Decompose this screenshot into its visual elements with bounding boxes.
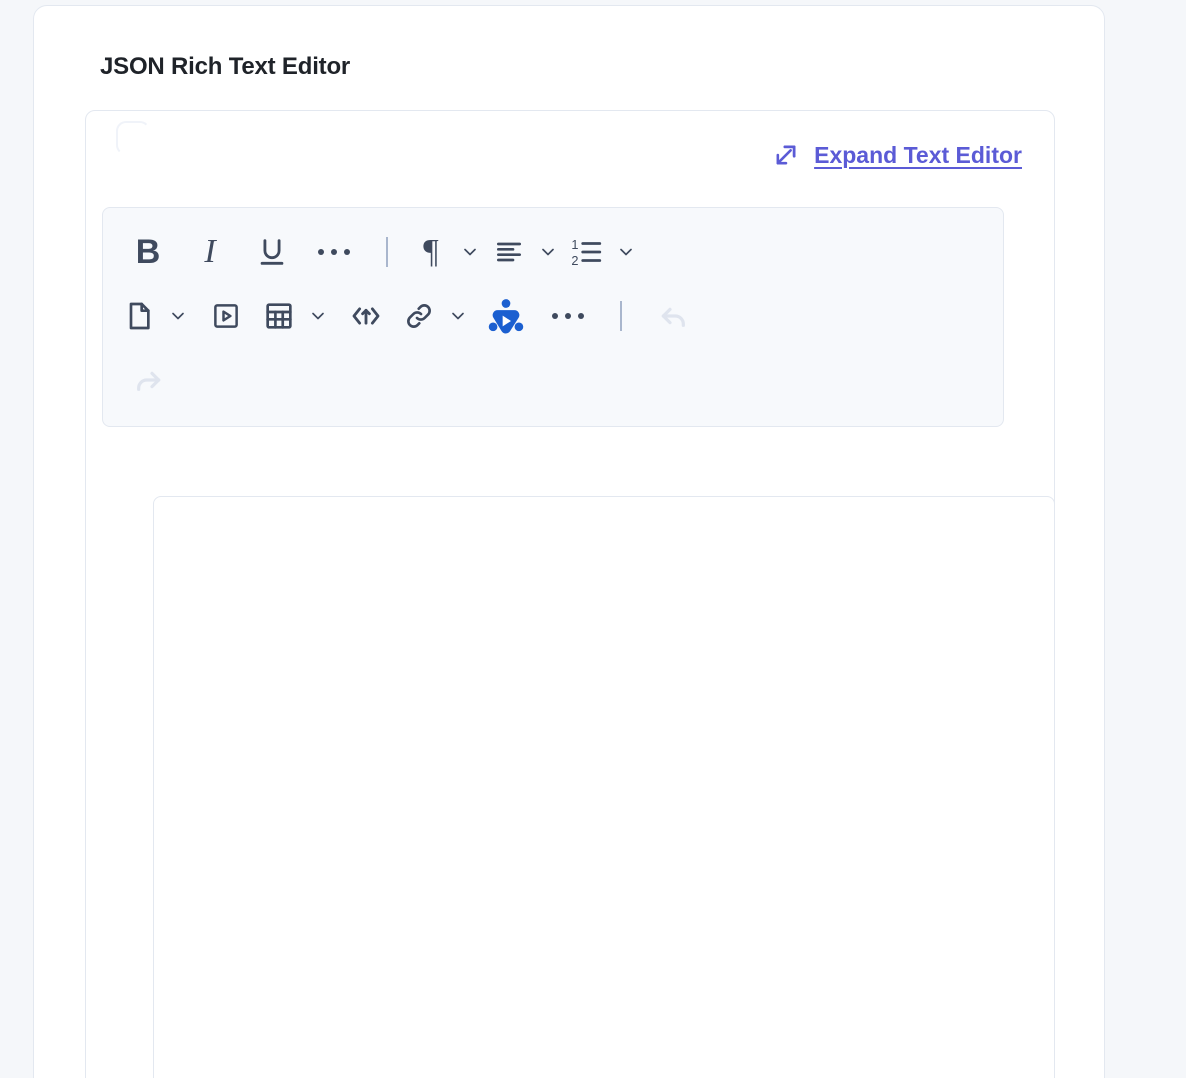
paragraph-style-chevron[interactable] [453,220,487,284]
link-icon [403,300,435,332]
toolbar-separator [599,284,643,348]
insert-link-button[interactable] [397,284,441,348]
insert-table-button[interactable] [257,284,301,348]
undo-icon [658,300,690,332]
editor-card: JSON Rich Text Editor Expand Text Editor [33,5,1105,1078]
insert-video-button[interactable] [195,284,257,348]
ordered-list-button[interactable]: 1 2 [565,220,609,284]
ordered-list-chevron[interactable] [609,220,643,284]
expand-text-editor-label: Expand Text Editor [814,141,1022,168]
chevron-down-icon [168,306,188,326]
paragraph-icon: ¶ [423,233,439,270]
brand-integration-icon [486,296,526,336]
panel-corner-decoration [116,121,150,155]
insert-file-chevron[interactable] [161,284,195,348]
video-icon [211,301,241,331]
insert-table-chevron[interactable] [301,284,335,348]
bold-button[interactable]: B [117,220,179,284]
insert-link-chevron[interactable] [441,284,475,348]
underline-icon [255,235,289,269]
italic-icon: I [204,233,216,270]
brand-integration-button[interactable] [475,284,537,348]
insert-code-button[interactable] [335,284,397,348]
file-icon [123,300,155,332]
paragraph-style-button[interactable]: ¶ [409,220,453,284]
code-icon [349,299,383,333]
table-icon [263,300,295,332]
insert-file-button[interactable] [117,284,161,348]
italic-button[interactable]: I [179,220,241,284]
ordered-list-icon: 1 2 [570,235,604,269]
text-align-chevron[interactable] [531,220,565,284]
page-title: JSON Rich Text Editor [100,53,351,80]
chevron-down-icon [308,306,328,326]
bold-icon: B [135,233,161,271]
chevron-down-icon [616,242,636,262]
svg-text:1: 1 [571,237,578,252]
chevron-down-icon [538,242,558,262]
text-align-button[interactable] [487,220,531,284]
ellipsis-icon [552,313,584,319]
expand-text-editor-link[interactable]: Expand Text Editor [772,141,1022,169]
editor-content-area[interactable] [153,496,1055,1078]
align-left-icon [493,236,525,268]
toolbar-separator [365,220,409,284]
svg-text:2: 2 [571,253,578,268]
redo-icon [132,364,164,396]
underline-button[interactable] [241,220,303,284]
editor-toolbar: B I ¶ 1 2 [102,207,1004,427]
page-root: JSON Rich Text Editor Expand Text Editor [0,0,1186,1078]
ellipsis-icon [318,249,350,255]
redo-button[interactable] [117,348,179,412]
more-insert-options-button[interactable] [537,284,599,348]
undo-button[interactable] [643,284,705,348]
expand-icon [772,141,800,169]
more-text-formats-button[interactable] [303,220,365,284]
chevron-down-icon [460,242,480,262]
rich-text-editor-panel: Expand Text Editor B I ¶ 1 2 [85,110,1055,1078]
chevron-down-icon [448,306,468,326]
